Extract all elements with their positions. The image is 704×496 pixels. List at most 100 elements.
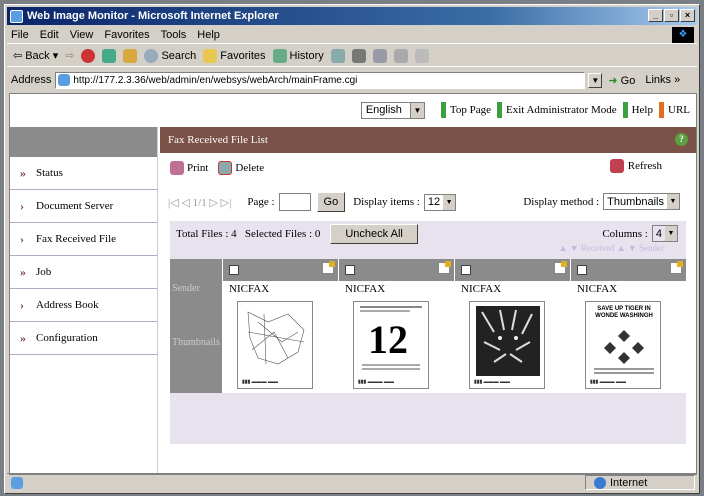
edit-icon[interactable]	[322, 261, 335, 274]
menu-edit[interactable]: Edit	[40, 29, 59, 41]
globe-icon	[594, 476, 606, 489]
history-button[interactable]: History	[272, 48, 324, 63]
thumbnail-row: Thumbnails ▮▮▮ ▬▬▬ ▬▬ 12 ▮▮▮ ▬▬▬ ▬▬ ▮▮▮ …	[170, 297, 686, 393]
main-panel: Fax Received File List ? Print Delete Re…	[160, 127, 696, 474]
menu-view[interactable]: View	[70, 29, 94, 41]
file-checkbox[interactable]	[577, 265, 587, 275]
thumb-footer-text: ▮▮▮ ▬▬▬ ▬▬	[474, 379, 511, 385]
menu-file[interactable]: File	[11, 29, 29, 41]
address-input[interactable]: http://177.2.3.36/web/admin/en/websys/we…	[55, 71, 586, 89]
sidebar-item-fax-received-file[interactable]: › Fax Received File	[10, 223, 157, 256]
close-button[interactable]: ×	[680, 9, 695, 22]
first-page-icon[interactable]: |◁	[168, 197, 179, 209]
delete-button[interactable]: Delete	[218, 161, 264, 175]
fax-thumbnail-map[interactable]: ▮▮▮ ▬▬▬ ▬▬	[237, 301, 313, 389]
row-label-empty	[170, 259, 222, 281]
file-checkbox[interactable]	[229, 265, 239, 275]
edit-icon[interactable]	[670, 261, 683, 274]
back-button[interactable]: ⇦ Back ▾	[13, 49, 58, 63]
map-image	[247, 311, 305, 365]
edit-icon[interactable]	[438, 261, 451, 274]
display-method-label: Display method :	[523, 195, 600, 208]
action-bar: Print Delete Refresh	[160, 153, 696, 183]
fax-thumbnail-number[interactable]: 12 ▮▮▮ ▬▬▬ ▬▬	[353, 301, 429, 389]
home-icon[interactable]	[123, 48, 138, 63]
fax-thumbnail-poster[interactable]: SAVE UP TIGER IN WONDE WASHINGH ▮▮▮ ▬▬▬ …	[585, 301, 661, 389]
status-bar: Internet	[7, 473, 697, 491]
top-page-link[interactable]: Top Page	[440, 102, 491, 118]
chevron-right-icon: ›	[20, 297, 24, 312]
edit-icon[interactable]	[554, 261, 567, 274]
prev-page-icon[interactable]: ◁	[181, 197, 189, 209]
mail-icon[interactable]	[330, 48, 345, 63]
refresh-button[interactable]: Refresh	[609, 159, 662, 173]
delete-icon	[218, 161, 233, 175]
help-link[interactable]: Help	[622, 102, 653, 118]
thumbnail-cell: ▮▮▮ ▬▬▬ ▬▬	[222, 297, 338, 393]
menu-favorites[interactable]: Favorites	[104, 29, 149, 41]
sidebar-item-job[interactable]: » Job	[10, 256, 157, 289]
link-marker	[440, 102, 446, 118]
discuss-icon[interactable]	[393, 48, 408, 63]
refresh-icon[interactable]	[102, 48, 117, 63]
menu-help[interactable]: Help	[197, 29, 220, 41]
forward-arrow-icon: ⇨	[65, 50, 75, 62]
forward-button[interactable]: ⇨	[65, 49, 74, 62]
edit-icon[interactable]	[372, 48, 387, 63]
links-button[interactable]: Links »	[645, 74, 680, 86]
stop-icon[interactable]	[81, 48, 96, 63]
display-method-select[interactable]: Thumbnails ▼	[603, 193, 680, 210]
top-navigation: English ▼ Top Page Exit Administrator Mo…	[10, 94, 696, 126]
address-dropdown[interactable]: ▼	[588, 72, 603, 88]
help-icon[interactable]: ?	[675, 133, 688, 146]
go-arrow-icon: ➜	[608, 74, 618, 87]
fax-thumbnail-tiger[interactable]: ▮▮▮ ▬▬▬ ▬▬	[469, 301, 545, 389]
sort-controls[interactable]: ▲ ▼ Received ▲ ▼ Sender	[559, 243, 664, 253]
favorites-button[interactable]: Favorites	[203, 48, 266, 63]
sender-cell: NICFAX	[454, 281, 570, 297]
panel-header: Fax Received File List ?	[160, 127, 696, 153]
sidebar-item-status[interactable]: » Status	[10, 157, 157, 190]
sidebar-item-address-book[interactable]: › Address Book	[10, 289, 157, 322]
page-go-button[interactable]: Go	[316, 192, 346, 212]
page-input[interactable]	[278, 193, 311, 211]
maximize-button[interactable]: ▫	[664, 9, 679, 22]
print-button[interactable]: Print	[170, 161, 208, 175]
chevron-down-icon: ▼	[665, 226, 677, 241]
chevron-down-icon: ▼	[409, 102, 424, 118]
display-items-label: Display items :	[353, 196, 420, 208]
file-checkbox[interactable]	[461, 265, 471, 275]
sidebar-item-configuration[interactable]: » Configuration	[10, 322, 157, 355]
messenger-icon[interactable]	[414, 48, 429, 63]
file-checkbox[interactable]	[345, 265, 355, 275]
double-chevron-icon: »	[20, 264, 26, 279]
minimize-button[interactable]: _	[648, 9, 663, 22]
poster-image	[594, 330, 654, 374]
page-status-icon	[11, 476, 23, 489]
last-page-icon[interactable]: ▷|	[221, 197, 232, 209]
tiger-image	[476, 306, 540, 376]
uncheck-all-button[interactable]: Uncheck All	[330, 224, 418, 244]
link-marker	[659, 102, 664, 118]
sidebar-item-document-server[interactable]: › Document Server	[10, 190, 157, 223]
go-button[interactable]: ➜ Go	[608, 74, 635, 87]
display-items-select[interactable]: 12 ▼	[423, 193, 457, 211]
link-marker	[622, 102, 628, 118]
thumbnail-cell: ▮▮▮ ▬▬▬ ▬▬	[454, 297, 570, 393]
chevron-down-icon: ▼	[443, 194, 456, 210]
chevron-down-icon: ▼	[667, 194, 679, 209]
columns-select[interactable]: 4 ▼	[651, 225, 678, 242]
print-icon[interactable]	[351, 48, 366, 63]
search-button[interactable]: Search	[144, 48, 196, 63]
checkbox-row	[170, 259, 686, 281]
exit-admin-link[interactable]: Exit Administrator Mode	[497, 102, 617, 118]
url-link[interactable]: URL	[659, 102, 690, 118]
sidebar: » Status › Document Server › Fax Received F…	[10, 127, 158, 474]
language-select[interactable]: English ▼	[360, 101, 425, 119]
printer-icon	[170, 161, 184, 175]
menu-tools[interactable]: Tools	[161, 29, 187, 41]
next-page-icon[interactable]: ▷	[209, 197, 217, 209]
file-header-cell	[454, 259, 570, 281]
sender-row-label: Sender	[170, 281, 222, 297]
totals-text: Total Files : 4 Selected Files : 0	[176, 228, 321, 240]
